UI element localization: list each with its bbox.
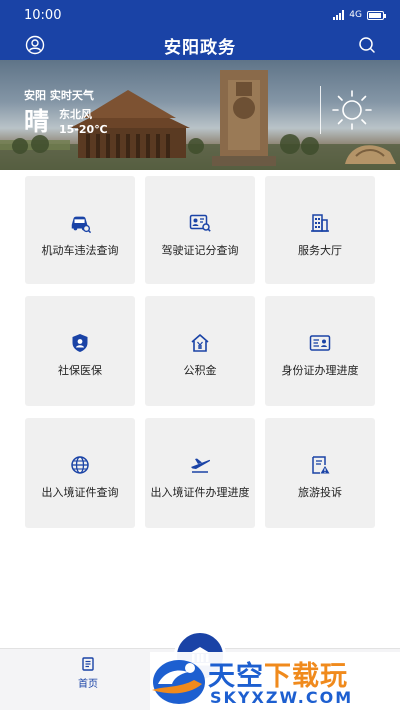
service-label: 服务大厅 — [298, 244, 342, 257]
service-card-license-points[interactable]: 驾驶证记分查询 — [145, 176, 255, 284]
id-card-icon — [309, 332, 331, 354]
document-icon — [82, 657, 94, 671]
service-label: 公积金 — [183, 364, 217, 377]
service-label: 旅游投诉 — [298, 486, 342, 499]
battery-icon — [367, 10, 386, 20]
service-card-service-hall[interactable]: 服务大厅 — [265, 176, 375, 284]
weather-wind: 东北风 — [59, 108, 93, 121]
network-type: 4G — [349, 10, 362, 20]
weather-banner[interactable]: 安阳 实时天气 晴 东北风 15-20℃ — [0, 60, 400, 170]
airplane-icon — [189, 454, 211, 476]
nav-home-label: 首页 — [78, 679, 98, 690]
watermark: 天空下载玩 SKYXZW.COM — [150, 652, 400, 710]
watermark-logo-icon — [152, 660, 205, 704]
weather-detail: 东北风 15-20℃ — [59, 107, 108, 137]
car-search-icon — [69, 212, 91, 234]
status-indicators: 4G — [333, 10, 386, 20]
service-card-id-card-progress[interactable]: 身份证办理进度 — [265, 296, 375, 406]
user-icon — [25, 35, 45, 55]
watermark-subtext: SKYXZW.COM — [210, 688, 354, 707]
license-search-icon — [189, 212, 211, 234]
weather-condition: 晴 — [24, 107, 50, 136]
house-yuan-icon — [189, 332, 211, 354]
complaint-doc-icon — [309, 454, 331, 476]
service-label: 机动车违法查询 — [41, 244, 119, 257]
service-card-exit-entry-progress[interactable]: 出入境证件办理进度 — [145, 418, 255, 528]
weather-row: 晴 东北风 15-20℃ — [24, 107, 108, 137]
weather-info: 安阳 实时天气 晴 东北风 15-20℃ — [24, 87, 108, 137]
weather-divider — [320, 86, 321, 134]
service-card-social-insurance[interactable]: 社保医保 — [25, 296, 135, 406]
service-label: 身份证办理进度 — [281, 364, 359, 377]
page-title: 安阳政务 — [164, 37, 236, 58]
service-label: 出入境证件查询 — [41, 486, 119, 499]
weather-city: 安阳 — [24, 89, 46, 102]
status-time: 10:00 — [24, 7, 62, 23]
status-bar: 10:00 4G — [0, 0, 400, 30]
sun-icon — [332, 90, 372, 130]
service-card-housing-fund[interactable]: 公积金 — [145, 296, 255, 406]
service-label: 驾驶证记分查询 — [161, 244, 239, 257]
building-icon — [309, 212, 331, 234]
search-icon — [359, 37, 375, 53]
app-header: 安阳政务 — [0, 30, 400, 60]
shield-user-icon — [69, 332, 91, 354]
nav-item-home[interactable]: 首页 — [56, 657, 120, 690]
service-card-exit-entry-query[interactable]: 出入境证件查询 — [25, 418, 135, 528]
service-card-vehicle-violation[interactable]: 机动车违法查询 — [25, 176, 135, 284]
service-label: 出入境证件办理进度 — [150, 486, 250, 499]
search-button[interactable] — [354, 32, 380, 58]
service-card-tourism-complaint[interactable]: 旅游投诉 — [265, 418, 375, 528]
profile-button[interactable] — [22, 32, 48, 58]
weather-location: 安阳 实时天气 — [24, 87, 108, 103]
signal-icon — [333, 10, 345, 20]
weather-label: 实时天气 — [49, 89, 94, 102]
weather-temperature: 15-20℃ — [59, 123, 108, 136]
globe-icon — [69, 454, 91, 476]
service-label: 社保医保 — [58, 364, 102, 377]
